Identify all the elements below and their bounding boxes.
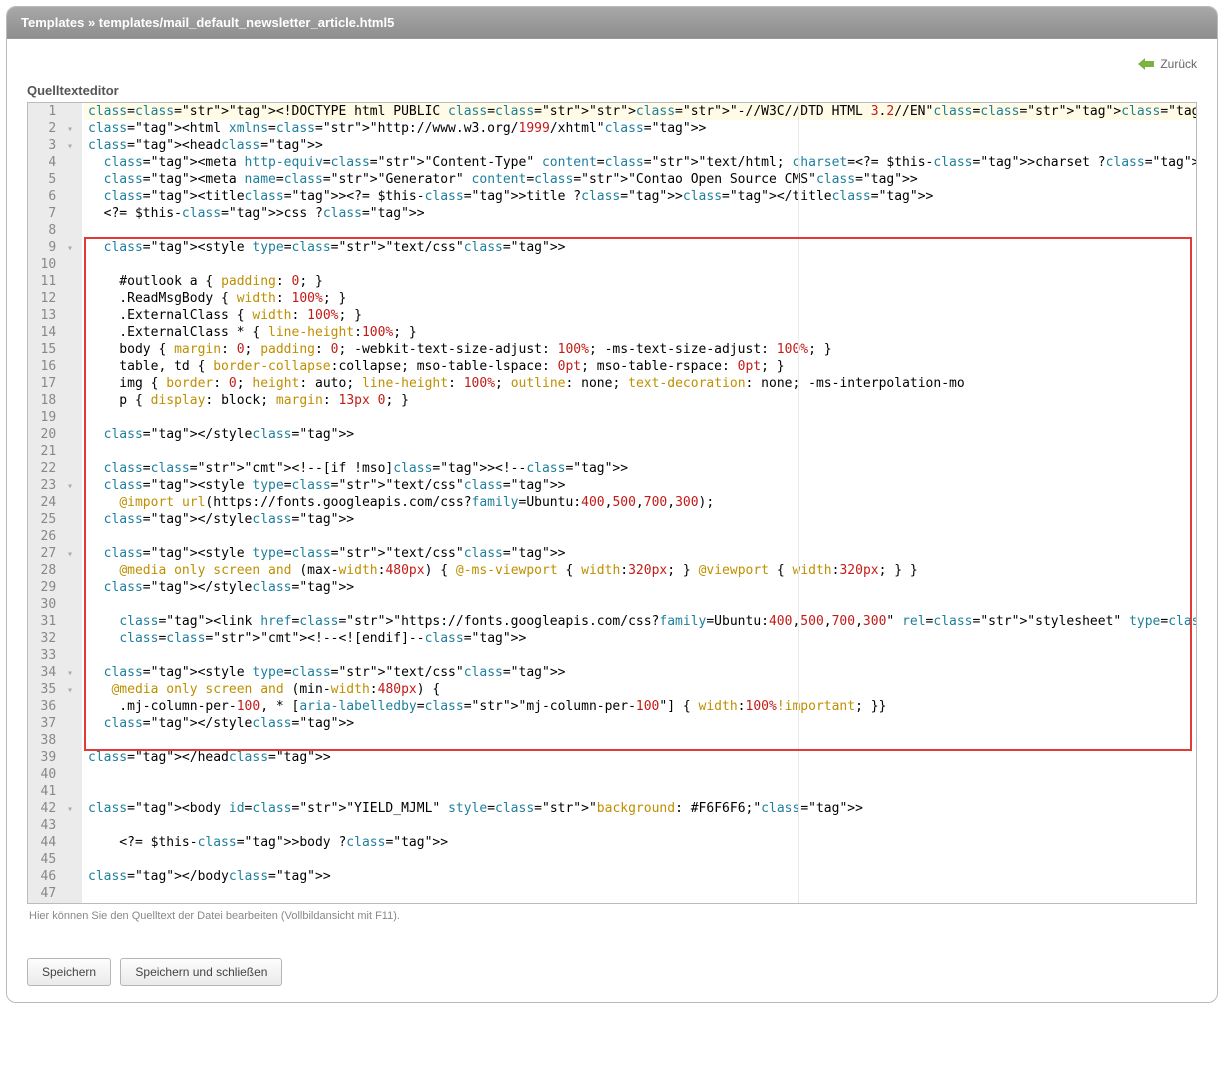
arrow-left-icon xyxy=(1138,58,1154,70)
print-margin xyxy=(798,103,799,903)
breadcrumb: Templates » templates/mail_default_newsl… xyxy=(7,7,1217,39)
back-label: Zurück xyxy=(1160,57,1197,71)
main-panel: Templates » templates/mail_default_newsl… xyxy=(6,6,1218,1003)
save-button[interactable]: Speichern xyxy=(27,958,111,986)
back-link[interactable]: Zurück xyxy=(1138,57,1197,71)
code-content[interactable]: class=class="str">"tag"><!DOCTYPE html P… xyxy=(82,103,1196,903)
editor-hint: Hier können Sie den Quelltext der Datei … xyxy=(27,904,1197,924)
code-editor[interactable]: 1 2 ▾3 ▾4 5 6 7 8 9 ▾10 11 12 13 14 15 1… xyxy=(27,102,1197,904)
save-close-button[interactable]: Speichern und schließen xyxy=(120,958,282,986)
line-gutter: 1 2 ▾3 ▾4 5 6 7 8 9 ▾10 11 12 13 14 15 1… xyxy=(28,103,82,903)
editor-label: Quelltexteditor xyxy=(27,83,1197,98)
breadcrumb-text: Templates » templates/mail_default_newsl… xyxy=(21,15,394,30)
